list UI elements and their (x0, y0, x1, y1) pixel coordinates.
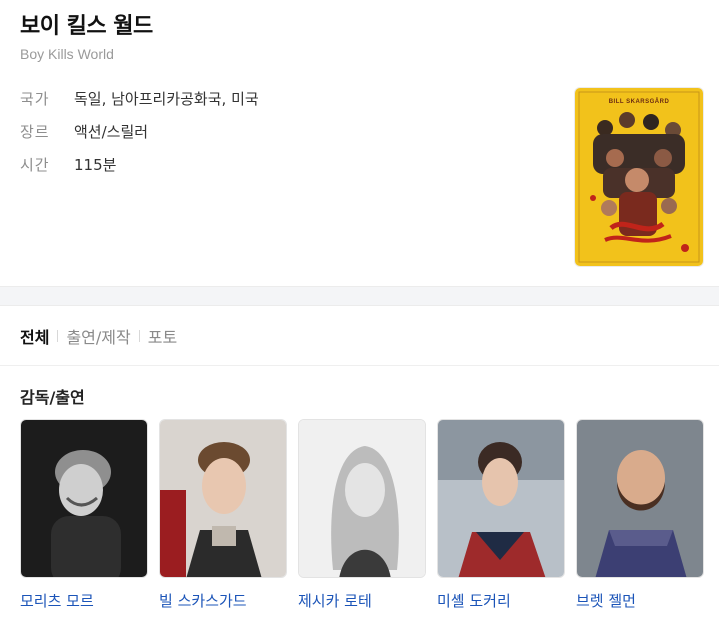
info-key: 국가 (20, 90, 50, 108)
cast-name[interactable]: 모리츠 모르 (20, 590, 148, 611)
section-divider (0, 286, 719, 306)
cast-card[interactable]: 미셸 도커리 (437, 419, 565, 611)
cast-name[interactable]: 브렛 젤먼 (576, 590, 704, 611)
movie-title: 보이 킬스 월드 (20, 14, 153, 39)
cast-photo[interactable] (576, 419, 704, 578)
cast-name[interactable]: 미셸 도커리 (437, 590, 565, 611)
info-row-runtime: 시간 115분 (20, 154, 259, 187)
tab-separator (57, 330, 59, 342)
info-value: 액션/스릴러 (74, 123, 149, 141)
tab-cast-crew[interactable]: 출연/제작 (66, 324, 130, 348)
cast-name[interactable]: 빌 스카스가드 (159, 590, 287, 611)
info-key: 시간 (20, 156, 50, 174)
movie-info-list: 국가 독일, 남아프리카공화국, 미국 장르 액션/스릴러 시간 115분 (20, 88, 259, 187)
cast-card[interactable]: 브렛 젤먼 (576, 419, 704, 611)
person-photo-5 (577, 420, 703, 577)
cast-photo[interactable] (20, 419, 148, 578)
cast-card[interactable]: 빌 스카스가드 (159, 419, 287, 611)
poster-image: BILL SKARSGÅRD (575, 88, 703, 266)
tabs-underline (0, 365, 719, 366)
person-photo-1 (21, 420, 147, 577)
movie-header: 보이 킬스 월드 Boy Kills World 국가 독일, 남아프리카공화국… (0, 0, 719, 286)
cast-name[interactable]: 제시카 로테 (298, 590, 426, 611)
info-row-country: 국가 독일, 남아프리카공화국, 미국 (20, 88, 259, 121)
cast-photo[interactable] (437, 419, 565, 578)
poster-credit: BILL SKARSGÅRD (609, 98, 670, 105)
info-row-genre: 장르 액션/스릴러 (20, 121, 259, 154)
tab-photos[interactable]: 포토 (148, 324, 177, 348)
tab-all[interactable]: 전체 (20, 324, 49, 348)
person-photo-4 (438, 420, 564, 577)
person-photo-3 (299, 420, 425, 577)
person-photo-2 (160, 420, 286, 577)
cast-photo[interactable] (298, 419, 426, 578)
cast-card[interactable]: 제시카 로테 (298, 419, 426, 611)
tab-separator (138, 330, 140, 342)
info-value: 독일, 남아프리카공화국, 미국 (74, 90, 259, 108)
cast-card[interactable]: 모리츠 모르 (20, 419, 148, 611)
info-value: 115분 (74, 156, 117, 174)
cast-photo[interactable] (159, 419, 287, 578)
content-tabs: 전체 출연/제작 포토 (20, 324, 177, 348)
section-title: 감독/출연 (20, 388, 85, 407)
movie-original-title: Boy Kills World (20, 46, 114, 62)
info-key: 장르 (20, 123, 50, 141)
movie-poster[interactable]: BILL SKARSGÅRD (575, 88, 703, 266)
